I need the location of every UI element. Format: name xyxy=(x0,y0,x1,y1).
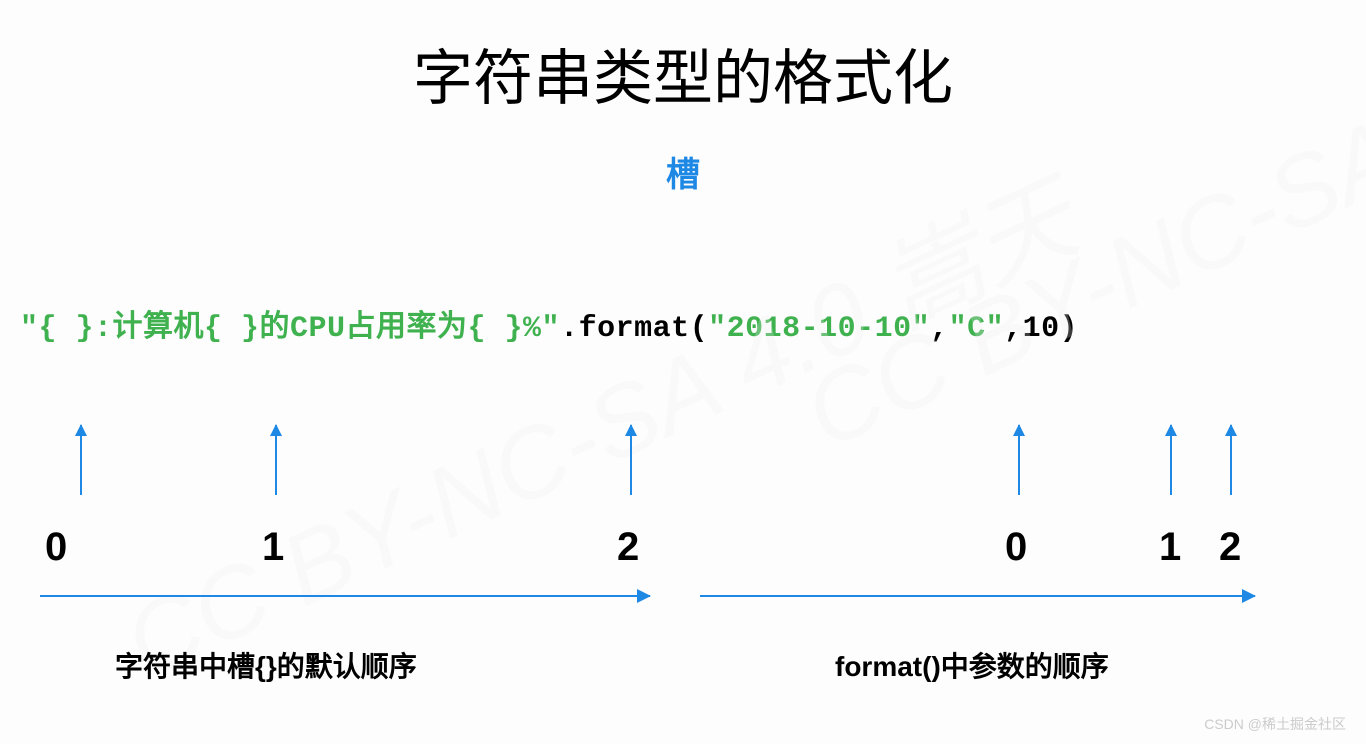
right-index-0: 0 xyxy=(1005,525,1027,570)
code-seg-10: ,10) xyxy=(1004,312,1078,346)
arrow-right-0 xyxy=(1018,425,1020,495)
bg-watermark-1: CC BY-NC-SA 4.0 嵩天 xyxy=(98,138,1096,706)
code-seg-9: "C" xyxy=(949,312,1005,346)
hz-arrow-right xyxy=(700,595,1255,597)
left-caption: 字符串中槽{}的默认顺序 xyxy=(115,645,417,685)
arrow-right-2 xyxy=(1230,425,1232,495)
code-seg-3: { } xyxy=(204,312,260,346)
code-seg-7: "2018-10-10" xyxy=(708,312,930,346)
code-seg-1: "{ }: xyxy=(20,312,113,346)
code-example-line: "{ }:计算机{ }的CPU占用率为{ }%".format("2018-10… xyxy=(0,301,1366,346)
right-index-2: 2 xyxy=(1219,525,1241,570)
subtitle-slot: 槽 xyxy=(0,147,1366,196)
arrow-right-1 xyxy=(1170,425,1172,495)
right-index-1: 1 xyxy=(1159,525,1181,570)
arrow-left-0 xyxy=(80,425,82,495)
left-index-1: 1 xyxy=(262,525,284,570)
code-seg-5: { }%" xyxy=(468,312,561,346)
arrow-left-1 xyxy=(275,425,277,495)
code-seg-2: 计算机 xyxy=(113,312,205,346)
left-index-2: 2 xyxy=(617,525,639,570)
code-seg-6: .format( xyxy=(560,312,708,346)
left-index-0: 0 xyxy=(45,525,67,570)
slide-title: 字符串类型的格式化 xyxy=(0,30,1366,117)
arrow-left-2 xyxy=(630,425,632,495)
code-seg-4: 的CPU占用率为 xyxy=(260,312,468,346)
hz-arrow-left xyxy=(40,595,650,597)
footer-watermark: CSDN @稀土掘金社区 xyxy=(1204,714,1346,734)
right-caption: format()中参数的顺序 xyxy=(835,645,1109,685)
code-seg-8: , xyxy=(930,312,949,346)
